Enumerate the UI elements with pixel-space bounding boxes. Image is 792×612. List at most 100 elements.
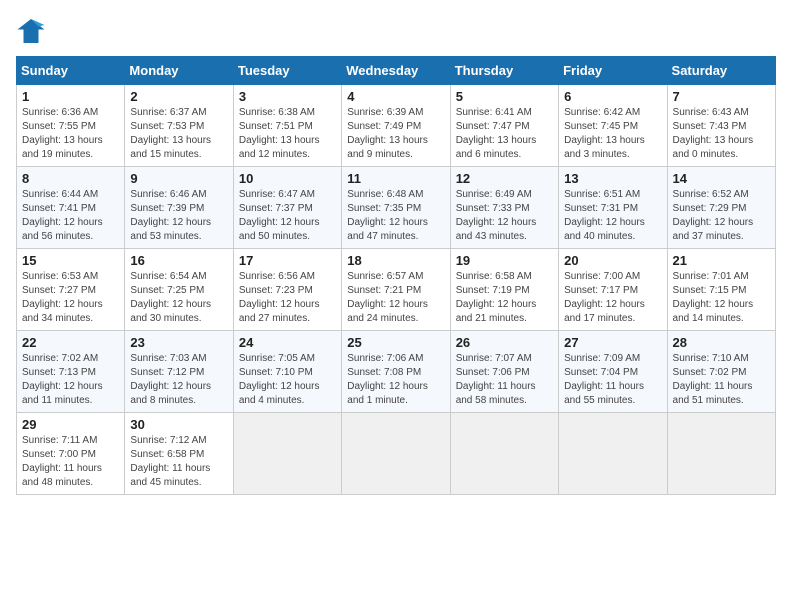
day-number: 21 [673,253,770,268]
day-number: 30 [130,417,227,432]
day-info: Sunrise: 6:37 AMSunset: 7:53 PMDaylight:… [130,106,227,162]
calendar-cell: 2 Sunrise: 6:37 AMSunset: 7:53 PMDaylight… [125,85,233,167]
day-number: 25 [347,335,444,350]
calendar-cell: 9 Sunrise: 6:46 AMSunset: 7:39 PMDaylight… [125,167,233,249]
day-number: 15 [22,253,119,268]
calendar-cell [667,413,775,495]
calendar-cell: 17 Sunrise: 6:56 AMSunset: 7:23 PMDayligh… [233,249,341,331]
day-info: Sunrise: 6:46 AMSunset: 7:39 PMDaylight:… [130,188,227,244]
day-number: 28 [673,335,770,350]
day-info: Sunrise: 6:53 AMSunset: 7:27 PMDaylight:… [22,270,119,326]
day-number: 22 [22,335,119,350]
calendar-cell [233,413,341,495]
day-number: 14 [673,171,770,186]
day-info: Sunrise: 6:54 AMSunset: 7:25 PMDaylight:… [130,270,227,326]
calendar-cell: 16 Sunrise: 6:54 AMSunset: 7:25 PMDayligh… [125,249,233,331]
calendar-cell: 29Sunrise: 7:11 AMSunset: 7:00 PMDayligh… [17,413,125,495]
day-number: 11 [347,171,444,186]
calendar-cell: 19 Sunrise: 6:58 AMSunset: 7:19 PMDayligh… [450,249,558,331]
day-info: Sunrise: 7:07 AMSunset: 7:06 PMDaylight:… [456,352,553,408]
day-info: Sunrise: 6:43 AMSunset: 7:43 PMDaylight:… [673,106,770,162]
day-info: Sunrise: 7:00 AMSunset: 7:17 PMDaylight:… [564,270,661,326]
header-friday: Friday [559,57,667,85]
day-number: 12 [456,171,553,186]
day-number: 19 [456,253,553,268]
day-number: 16 [130,253,227,268]
day-number: 1 [22,89,119,104]
day-info: Sunrise: 7:09 AMSunset: 7:04 PMDaylight:… [564,352,661,408]
day-info: Sunrise: 6:44 AMSunset: 7:41 PMDaylight:… [22,188,119,244]
day-info: Sunrise: 7:02 AMSunset: 7:13 PMDaylight:… [22,352,119,408]
day-info: Sunrise: 6:56 AMSunset: 7:23 PMDaylight:… [239,270,336,326]
calendar-cell: 25 Sunrise: 7:06 AMSunset: 7:08 PMDayligh… [342,331,450,413]
day-info: Sunrise: 6:47 AMSunset: 7:37 PMDaylight:… [239,188,336,244]
calendar-cell: 27 Sunrise: 7:09 AMSunset: 7:04 PMDayligh… [559,331,667,413]
calendar-cell: 12 Sunrise: 6:49 AMSunset: 7:33 PMDayligh… [450,167,558,249]
day-info: Sunrise: 6:52 AMSunset: 7:29 PMDaylight:… [673,188,770,244]
day-info: Sunrise: 6:51 AMSunset: 7:31 PMDaylight:… [564,188,661,244]
day-number: 24 [239,335,336,350]
day-number: 7 [673,89,770,104]
header-tuesday: Tuesday [233,57,341,85]
calendar-cell: 23 Sunrise: 7:03 AMSunset: 7:12 PMDayligh… [125,331,233,413]
day-info: Sunrise: 6:58 AMSunset: 7:19 PMDaylight:… [456,270,553,326]
day-number: 10 [239,171,336,186]
header-sunday: Sunday [17,57,125,85]
calendar-cell: 28 Sunrise: 7:10 AMSunset: 7:02 PMDayligh… [667,331,775,413]
day-info: Sunrise: 6:39 AMSunset: 7:49 PMDaylight:… [347,106,444,162]
calendar-cell: 11 Sunrise: 6:48 AMSunset: 7:35 PMDayligh… [342,167,450,249]
day-number: 3 [239,89,336,104]
calendar-week-1: 1 Sunrise: 6:36 AMSunset: 7:55 PMDaylight… [17,85,776,167]
calendar-cell: 21 Sunrise: 7:01 AMSunset: 7:15 PMDayligh… [667,249,775,331]
day-number: 9 [130,171,227,186]
calendar-week-3: 15 Sunrise: 6:53 AMSunset: 7:27 PMDayligh… [17,249,776,331]
day-number: 26 [456,335,553,350]
calendar-cell [342,413,450,495]
day-info: Sunrise: 6:36 AMSunset: 7:55 PMDaylight:… [22,106,119,162]
calendar-week-5: 29Sunrise: 7:11 AMSunset: 7:00 PMDayligh… [17,413,776,495]
calendar-cell: 5Sunrise: 6:41 AMSunset: 7:47 PMDaylight… [450,85,558,167]
calendar-cell: 20 Sunrise: 7:00 AMSunset: 7:17 PMDayligh… [559,249,667,331]
day-number: 17 [239,253,336,268]
calendar-cell: 1 Sunrise: 6:36 AMSunset: 7:55 PMDaylight… [17,85,125,167]
page-header [16,16,776,46]
calendar-cell: 18Sunrise: 6:57 AMSunset: 7:21 PMDayligh… [342,249,450,331]
day-number: 20 [564,253,661,268]
calendar-cell: 10 Sunrise: 6:47 AMSunset: 7:37 PMDayligh… [233,167,341,249]
logo-icon [16,16,46,46]
calendar-cell [559,413,667,495]
day-number: 6 [564,89,661,104]
calendar-week-2: 8 Sunrise: 6:44 AMSunset: 7:41 PMDaylight… [17,167,776,249]
calendar-cell: 26 Sunrise: 7:07 AMSunset: 7:06 PMDayligh… [450,331,558,413]
day-info: Sunrise: 7:06 AMSunset: 7:08 PMDaylight:… [347,352,444,408]
day-number: 2 [130,89,227,104]
day-info: Sunrise: 6:48 AMSunset: 7:35 PMDaylight:… [347,188,444,244]
header-wednesday: Wednesday [342,57,450,85]
day-number: 8 [22,171,119,186]
day-number: 23 [130,335,227,350]
calendar-cell: 14 Sunrise: 6:52 AMSunset: 7:29 PMDayligh… [667,167,775,249]
calendar-cell: 3Sunrise: 6:38 AMSunset: 7:51 PMDaylight… [233,85,341,167]
calendar-cell: 22 Sunrise: 7:02 AMSunset: 7:13 PMDayligh… [17,331,125,413]
day-info: Sunrise: 6:42 AMSunset: 7:45 PMDaylight:… [564,106,661,162]
day-number: 13 [564,171,661,186]
calendar-cell: 15 Sunrise: 6:53 AMSunset: 7:27 PMDayligh… [17,249,125,331]
calendar-cell: 6 Sunrise: 6:42 AMSunset: 7:45 PMDaylight… [559,85,667,167]
day-info: Sunrise: 7:01 AMSunset: 7:15 PMDaylight:… [673,270,770,326]
calendar-cell: 4Sunrise: 6:39 AMSunset: 7:49 PMDaylight… [342,85,450,167]
header-saturday: Saturday [667,57,775,85]
calendar-cell [450,413,558,495]
day-info: Sunrise: 6:49 AMSunset: 7:33 PMDaylight:… [456,188,553,244]
day-number: 5 [456,89,553,104]
calendar-cell: 7 Sunrise: 6:43 AMSunset: 7:43 PMDaylight… [667,85,775,167]
day-info: Sunrise: 7:10 AMSunset: 7:02 PMDaylight:… [673,352,770,408]
header-monday: Monday [125,57,233,85]
header-thursday: Thursday [450,57,558,85]
day-info: Sunrise: 7:12 AMSunset: 6:58 PMDaylight:… [130,434,227,490]
day-number: 18 [347,253,444,268]
day-number: 27 [564,335,661,350]
calendar-cell: 13 Sunrise: 6:51 AMSunset: 7:31 PMDayligh… [559,167,667,249]
day-info: Sunrise: 7:11 AMSunset: 7:00 PMDaylight:… [22,434,119,490]
calendar-header-row: SundayMondayTuesdayWednesdayThursdayFrid… [17,57,776,85]
day-info: Sunrise: 7:03 AMSunset: 7:12 PMDaylight:… [130,352,227,408]
